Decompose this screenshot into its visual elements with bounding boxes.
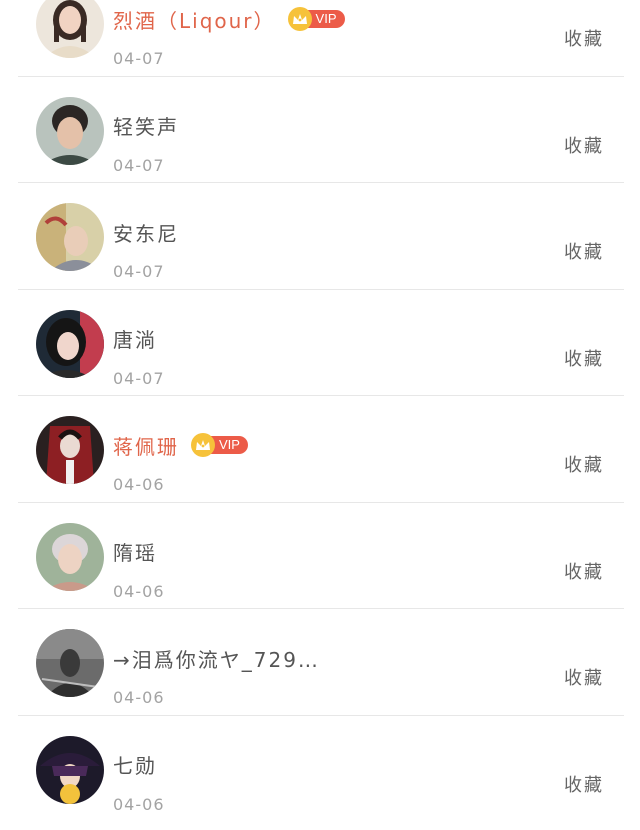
avatar[interactable] <box>36 96 104 165</box>
favorite-button[interactable]: 收藏 <box>564 771 604 797</box>
date-text: 04-06 <box>113 688 165 707</box>
user-name[interactable]: 烈酒（Liqour） <box>113 5 276 34</box>
user-name[interactable]: 七勋 <box>113 750 157 779</box>
list-item[interactable]: 轻笑声 04-07 收藏 <box>0 77 640 183</box>
date-text: 04-07 <box>113 49 165 68</box>
avatar[interactable] <box>36 416 104 484</box>
date-text: 04-06 <box>113 475 165 494</box>
favorite-button[interactable]: 收藏 <box>564 664 604 690</box>
user-name[interactable]: 唐淌 <box>113 324 157 353</box>
vip-badge: VIP <box>191 433 248 457</box>
user-name[interactable]: 蒋佩珊 <box>113 431 179 460</box>
user-name[interactable]: →泪爲你流ヤ_729… <box>113 644 320 673</box>
list-item[interactable]: 烈酒（Liqour） VIP 04-07 收藏 <box>0 0 640 77</box>
name-line: 蒋佩珊 VIP <box>113 430 248 460</box>
date-text: 04-06 <box>113 581 165 601</box>
date-text: 04-06 <box>113 794 165 814</box>
name-line: 安东尼 <box>113 217 179 247</box>
list-item[interactable]: 唐淌 04-07 收藏 <box>0 290 640 396</box>
favorite-button[interactable]: 收藏 <box>564 25 604 51</box>
avatar[interactable] <box>36 203 104 271</box>
user-name[interactable]: 隋瑶 <box>113 537 157 566</box>
favorite-button[interactable]: 收藏 <box>564 451 604 477</box>
list-item[interactable]: 七勋 04-06 收藏 <box>0 716 640 823</box>
avatar[interactable] <box>36 522 104 591</box>
vip-badge: VIP <box>287 7 345 31</box>
favorite-button[interactable]: 收藏 <box>564 132 604 158</box>
avatar[interactable] <box>36 309 104 378</box>
list-item[interactable]: 蒋佩珊 VIP 04-06 收藏 <box>0 396 640 503</box>
avatar[interactable] <box>36 0 104 58</box>
name-line: 隋瑶 <box>113 537 157 567</box>
name-line: 七勋 <box>113 750 157 780</box>
name-line: 唐淌 <box>113 324 157 354</box>
list-item[interactable]: →泪爲你流ヤ_729… 04-06 收藏 <box>0 609 640 716</box>
follower-list: 烈酒（Liqour） VIP 04-07 收藏 轻笑声 04-07 收藏 安东尼… <box>0 0 640 822</box>
crown-icon <box>287 7 312 31</box>
favorite-button[interactable]: 收藏 <box>564 558 604 584</box>
avatar[interactable] <box>36 629 104 697</box>
name-line: →泪爲你流ヤ_729… <box>113 643 320 673</box>
favorite-button[interactable]: 收藏 <box>564 345 604 371</box>
list-item[interactable]: 隋瑶 04-06 收藏 <box>0 503 640 609</box>
name-line: 轻笑声 <box>113 111 179 141</box>
list-item[interactable]: 安东尼 04-07 收藏 <box>0 183 640 290</box>
date-text: 04-07 <box>113 368 165 388</box>
avatar[interactable] <box>36 735 104 804</box>
date-text: 04-07 <box>113 262 165 281</box>
crown-icon <box>191 433 215 457</box>
name-line: 烈酒（Liqour） VIP <box>113 4 345 34</box>
user-name[interactable]: 轻笑声 <box>113 111 179 140</box>
date-text: 04-07 <box>113 155 165 175</box>
user-name[interactable]: 安东尼 <box>113 218 179 247</box>
favorite-button[interactable]: 收藏 <box>564 238 604 264</box>
